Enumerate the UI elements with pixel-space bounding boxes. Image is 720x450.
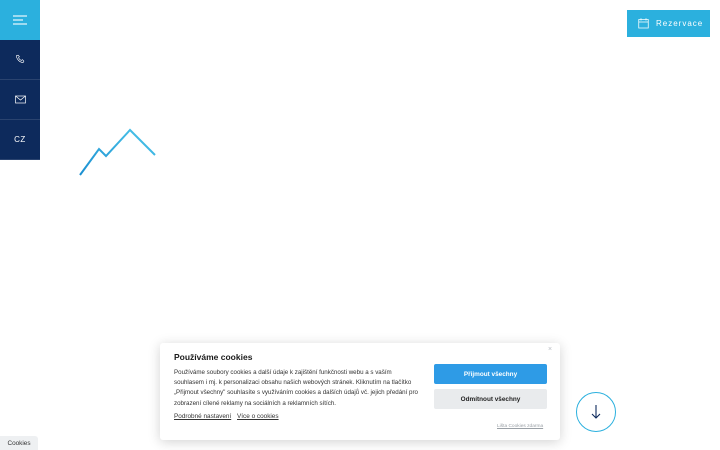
arrow-down-icon	[591, 405, 601, 419]
mail-button[interactable]	[0, 80, 40, 120]
reservation-button[interactable]: Rezervace	[627, 10, 710, 37]
menu-button[interactable]	[0, 0, 40, 40]
phone-button[interactable]	[0, 40, 40, 80]
cookie-links: Podrobné nastavení Více o cookies	[174, 413, 283, 420]
reject-all-button[interactable]: Odmítnout všechny	[434, 389, 547, 409]
menu-icon	[13, 15, 27, 25]
calendar-icon	[638, 18, 649, 29]
cookie-more-link[interactable]: Více o cookies	[237, 413, 279, 420]
reservation-label: Rezervace	[656, 19, 704, 28]
language-label: CZ	[14, 135, 26, 144]
cookie-tab[interactable]: Cookies	[0, 436, 38, 450]
language-switch[interactable]: CZ	[0, 120, 40, 160]
side-nav: CZ	[0, 0, 40, 160]
cookie-description: Používáme soubory cookies a další údaje …	[174, 369, 418, 407]
mail-icon	[14, 95, 26, 104]
cookie-close-button[interactable]: ×	[548, 346, 552, 353]
cookie-title: Používáme cookies	[174, 352, 253, 362]
mountain-logo	[79, 128, 156, 176]
accept-all-button[interactable]: Přijmout všechny	[434, 364, 547, 384]
page: CZ Rezervace × Používáme cookies Používá…	[0, 0, 720, 450]
scroll-down-button[interactable]	[576, 392, 616, 432]
cookie-brand-link[interactable]: Lišta Cookies zdarma	[497, 424, 543, 429]
phone-icon	[15, 54, 24, 63]
cookie-banner: × Používáme cookies Používáme soubory co…	[160, 343, 560, 440]
cookie-settings-link[interactable]: Podrobné nastavení	[174, 413, 231, 420]
